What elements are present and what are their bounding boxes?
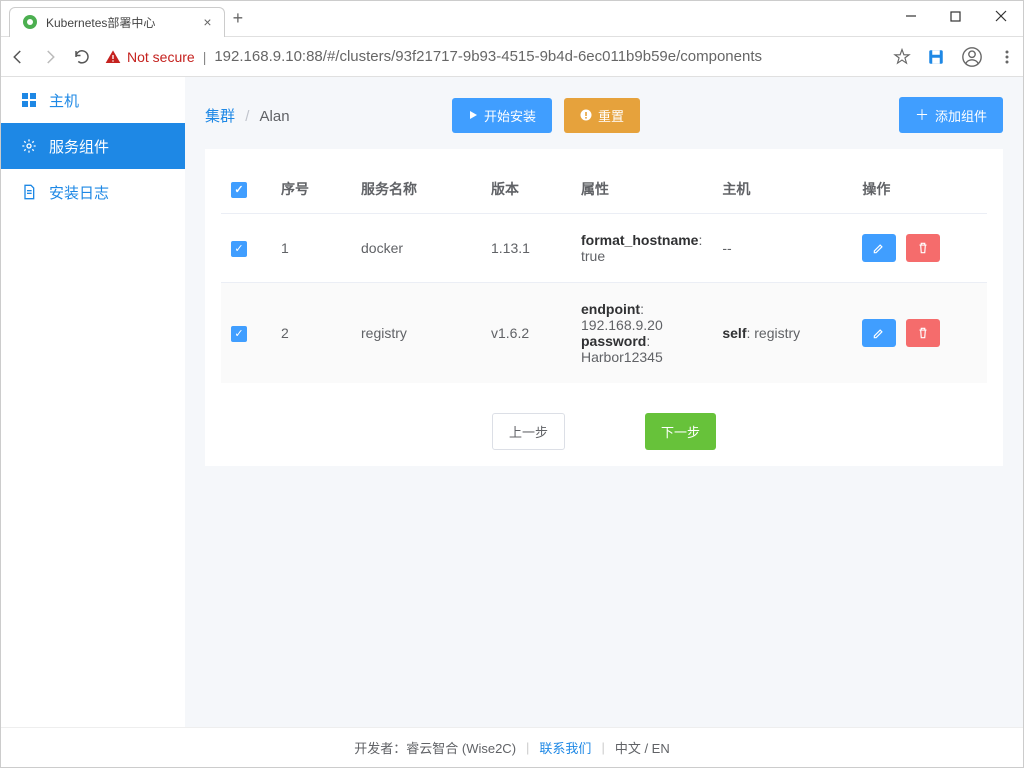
col-index: 序号 [271,165,351,214]
sidebar-item-label: 服务组件 [49,136,109,157]
footer-dev: 开发者：睿云智合 (Wise2C) [354,738,516,757]
table-row: ✓ 2registryv1.6.2endpoint: 192.168.9.20pa… [221,283,987,384]
favicon-icon [22,14,38,30]
edit-icon [872,241,886,255]
cell-props: format_hostname: true [571,214,712,283]
play-icon [468,110,478,120]
cell-props: endpoint: 192.168.9.20password: Harbor12… [571,283,712,384]
sidebar-item-label: 主机 [49,90,79,111]
select-all-checkbox[interactable]: ✓ [231,182,247,198]
browser-tab[interactable]: Kubernetes部署中心 × [9,7,225,37]
window-titlebar: Kubernetes部署中心 × + [1,1,1023,37]
new-tab-button[interactable]: + [233,8,244,29]
tab-title: Kubernetes部署中心 [46,14,155,31]
warning-icon [105,49,121,65]
reset-button[interactable]: 重置 [564,98,640,133]
back-button[interactable] [9,48,29,66]
breadcrumb-root[interactable]: 集群 [205,108,235,125]
sidebar-item-components[interactable]: 服务组件 [1,123,185,169]
col-host: 主机 [712,165,852,214]
reload-button[interactable] [73,48,93,66]
cell-host: self: registry [712,283,852,384]
url-text: 192.168.9.10:88/#/clusters/93f21717-9b93… [214,48,762,65]
next-step-button[interactable]: 下一步 [645,413,716,450]
window-maximize-button[interactable] [933,1,978,31]
sidebar: 主机 服务组件 安装日志 [1,77,185,727]
prev-step-button[interactable]: 上一步 [492,413,565,450]
breadcrumb-current: Alan [260,108,290,125]
url-input[interactable]: Not secure | 192.168.9.10:88/#/clusters/… [105,48,881,65]
row-checkbox[interactable]: ✓ [231,241,247,257]
cell-name: docker [351,214,481,283]
add-component-button[interactable]: ＋ 添加组件 [899,97,1003,133]
row-checkbox[interactable]: ✓ [231,326,247,342]
grid-icon [21,92,37,108]
col-name: 服务名称 [351,165,481,214]
col-version: 版本 [481,165,571,214]
address-bar: Not secure | 192.168.9.10:88/#/clusters/… [1,37,1023,77]
menu-icon[interactable] [999,49,1015,65]
not-secure-badge[interactable]: Not secure [105,49,195,65]
trash-icon [916,241,930,255]
window-minimize-button[interactable] [888,1,933,31]
col-props: 属性 [571,165,712,214]
edit-button[interactable] [862,319,896,347]
delete-button[interactable] [906,234,940,262]
cell-version: 1.13.1 [481,214,571,283]
trash-icon [916,326,930,340]
gear-icon [21,138,37,154]
window-close-button[interactable] [978,1,1023,31]
bookmark-icon[interactable] [893,48,911,66]
footer-contact-link[interactable]: 联系我们 [539,738,591,757]
components-table: ✓ 序号 服务名称 版本 属性 主机 操作 ✓ 1docker1.13.1form… [221,165,987,383]
breadcrumb: 集群 / Alan [205,105,440,126]
cell-version: v1.6.2 [481,283,571,384]
cell-index: 2 [271,283,351,384]
sidebar-item-label: 安装日志 [49,182,109,203]
document-icon [21,184,37,200]
col-ops: 操作 [852,165,987,214]
footer: 开发者：睿云智合 (Wise2C) | 联系我们 | 中文 / EN [1,727,1023,767]
start-install-button[interactable]: 开始安装 [452,98,552,133]
edit-icon [872,326,886,340]
delete-button[interactable] [906,319,940,347]
sidebar-item-hosts[interactable]: 主机 [1,77,185,123]
cell-host: -- [712,214,852,283]
cell-name: registry [351,283,481,384]
sidebar-item-logs[interactable]: 安装日志 [1,169,185,215]
save-icon[interactable] [927,48,945,66]
edit-button[interactable] [862,234,896,262]
cell-index: 1 [271,214,351,283]
plus-icon: ＋ [915,105,929,125]
footer-lang[interactable]: 中文 / EN [615,738,670,757]
tab-close-icon[interactable]: × [203,14,211,30]
table-row: ✓ 1docker1.13.1format_hostname: true-- [221,214,987,283]
alert-icon [580,109,592,121]
profile-icon[interactable] [961,46,983,68]
forward-button[interactable] [41,48,61,66]
